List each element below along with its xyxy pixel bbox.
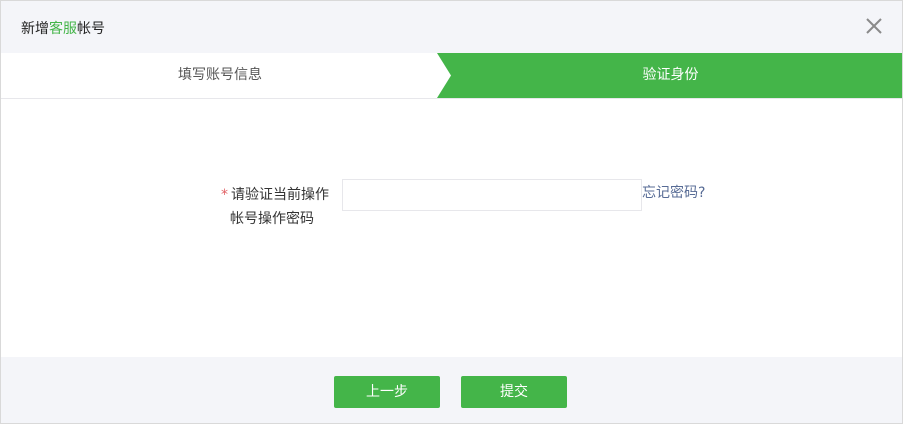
password-label: * 请验证当前操作 帐号操作密码 <box>201 183 331 231</box>
label-text-1: 请验证当前操作 <box>231 187 329 203</box>
dialog-title: 新增客服帐号 <box>21 18 105 38</box>
dialog-body: * 请验证当前操作 帐号操作密码 忘记密码? <box>1 99 902 357</box>
submit-button[interactable]: 提交 <box>461 376 567 408</box>
password-label-line1: * 请验证当前操作 <box>201 183 331 207</box>
step-fill-account-info: 填写账号信息 <box>178 67 262 83</box>
add-customer-service-dialog: 新增客服帐号 填写账号信息 验证身份 * 请验证当前操作 帐号操作密码 忘记密码?… <box>0 0 903 424</box>
close-icon[interactable] <box>864 16 884 36</box>
step-verify-identity: 验证身份 <box>642 67 699 83</box>
password-label-line2: 帐号操作密码 <box>230 211 314 227</box>
dialog-header: 新增客服帐号 <box>1 1 902 53</box>
password-input[interactable] <box>342 179 642 211</box>
forgot-password-link[interactable]: 忘记密码? <box>642 183 705 203</box>
dialog-footer: 上一步 提交 <box>1 357 902 423</box>
required-mark: * <box>221 187 228 203</box>
title-prefix: 新增 <box>21 21 49 37</box>
step-indicator: 填写账号信息 验证身份 <box>1 53 902 99</box>
title-accent: 客服 <box>49 21 77 37</box>
title-suffix: 帐号 <box>77 21 105 37</box>
previous-step-button[interactable]: 上一步 <box>334 376 440 408</box>
